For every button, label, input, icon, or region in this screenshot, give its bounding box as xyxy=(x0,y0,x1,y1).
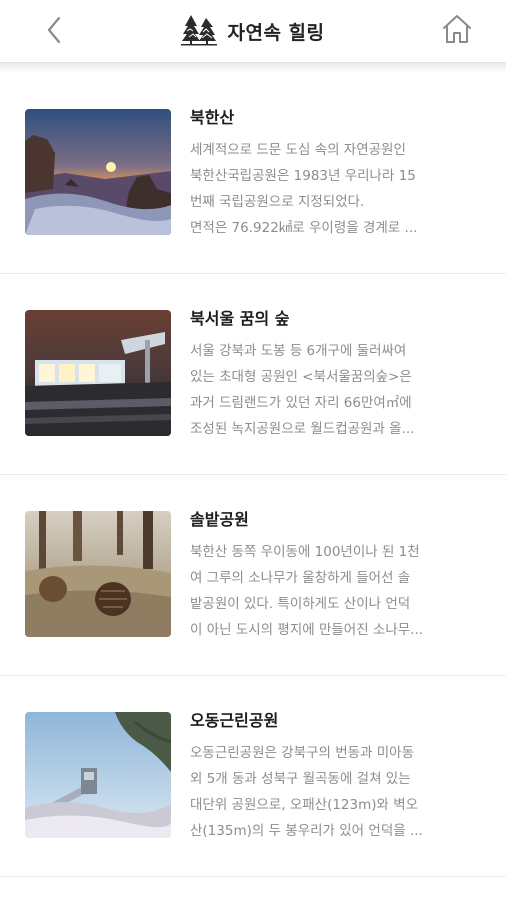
park-tower-image xyxy=(25,712,171,838)
list-item[interactable]: 오동근린공원 오동근린공원은 강북구의 번동과 미아동 외 5개 동과 성북구 … xyxy=(0,676,506,877)
description-line: 있는 초대형 공원인 <북서울꿈의숲>은 xyxy=(190,369,412,385)
item-title[interactable]: 오동근린공원 xyxy=(190,710,480,732)
item-text: 오동근린공원 오동근린공원은 강북구의 번동과 미아동 외 5개 동과 성북구 … xyxy=(190,710,480,844)
description-line: 여 그루의 소나무가 울창하게 들어선 솔 xyxy=(190,570,411,586)
item-title[interactable]: 북서울 꿈의 숲 xyxy=(190,308,480,330)
description-line: 산(135m)의 두 봉우리가 있어 언덕을 ... xyxy=(190,823,423,839)
list-item[interactable]: 북서울 꿈의 숲 서울 강북과 도봉 등 6개구에 둘러싸여 있는 초대형 공원… xyxy=(0,274,506,475)
description-line: 번째 국립공원으로 지정되었다. xyxy=(190,194,365,210)
item-text: 북서울 꿈의 숲 서울 강북과 도봉 등 6개구에 둘러싸여 있는 초대형 공원… xyxy=(190,308,480,442)
description-line: 서울 강북과 도봉 등 6개구에 둘러싸여 xyxy=(190,343,407,359)
item-description: 서울 강북과 도봉 등 6개구에 둘러싸여 있는 초대형 공원인 <북서울꿈의숲… xyxy=(190,338,480,442)
pine-cones-image xyxy=(25,511,171,637)
page-title: 자연속 힐링 xyxy=(227,21,325,44)
description-line: 과거 드림랜드가 있던 자리 66만여㎡에 xyxy=(190,395,412,411)
home-button[interactable] xyxy=(438,12,476,50)
description-line: 오동근린공원은 강북구의 번동과 미아동 xyxy=(190,745,415,761)
mountain-sunset-image xyxy=(25,109,171,235)
description-line: 세계적으로 드문 도심 속의 자연공원인 xyxy=(190,142,406,158)
item-description: 오동근린공원은 강북구의 번동과 미아동 외 5개 동과 성북구 월곡동에 걸쳐… xyxy=(190,740,480,844)
back-button[interactable] xyxy=(36,14,72,50)
home-icon xyxy=(441,13,473,49)
header-title-group: 자연속 힐링 xyxy=(181,12,324,50)
header-divider xyxy=(0,62,506,73)
list-item[interactable]: 솔밭공원 북한산 동쪽 우이동에 100년이나 된 1천 여 그루의 소나무가 … xyxy=(0,475,506,676)
description-line: 대단위 공원으로, 오패산(123m)와 벽오 xyxy=(190,797,419,813)
list-item[interactable]: 북한산 세계적으로 드문 도심 속의 자연공원인 북한산국립공원은 1983년 … xyxy=(0,73,506,274)
description-line: 밭공원이 있다. 특이하게도 산이나 언덕 xyxy=(190,596,411,612)
item-description: 북한산 동쪽 우이동에 100년이나 된 1천 여 그루의 소나무가 울창하게 … xyxy=(190,539,480,643)
description-line: 북한산 동쪽 우이동에 100년이나 된 1천 xyxy=(190,544,420,560)
description-line: 북한산국립공원은 1983년 우리나라 15 xyxy=(190,168,416,184)
item-description: 세계적으로 드문 도심 속의 자연공원인 북한산국립공원은 1983년 우리나라… xyxy=(190,137,480,241)
description-line: 외 5개 동과 성북구 월곡동에 걸쳐 있는 xyxy=(190,771,411,787)
item-text: 솔밭공원 북한산 동쪽 우이동에 100년이나 된 1천 여 그루의 소나무가 … xyxy=(190,509,480,643)
item-text: 북한산 세계적으로 드문 도심 속의 자연공원인 북한산국립공원은 1983년 … xyxy=(190,107,480,241)
item-title[interactable]: 솔밭공원 xyxy=(190,509,480,531)
description-line: 면적은 76.922㎢로 우이령을 경계로 ... xyxy=(190,220,418,236)
item-title[interactable]: 북한산 xyxy=(190,107,480,129)
place-list: 북한산 세계적으로 드문 도심 속의 자연공원인 북한산국립공원은 1983년 … xyxy=(0,73,506,877)
app-header: 자연속 힐링 xyxy=(0,0,506,62)
chevron-left-icon xyxy=(46,16,62,48)
description-line: 이 아닌 도시의 평지에 만들어진 소나무... xyxy=(190,622,424,638)
observatory-night-image xyxy=(25,310,171,436)
pine-trees-logo-icon xyxy=(181,12,218,50)
description-line: 조성된 녹지공원으로 월드컵공원과 올... xyxy=(190,421,415,437)
